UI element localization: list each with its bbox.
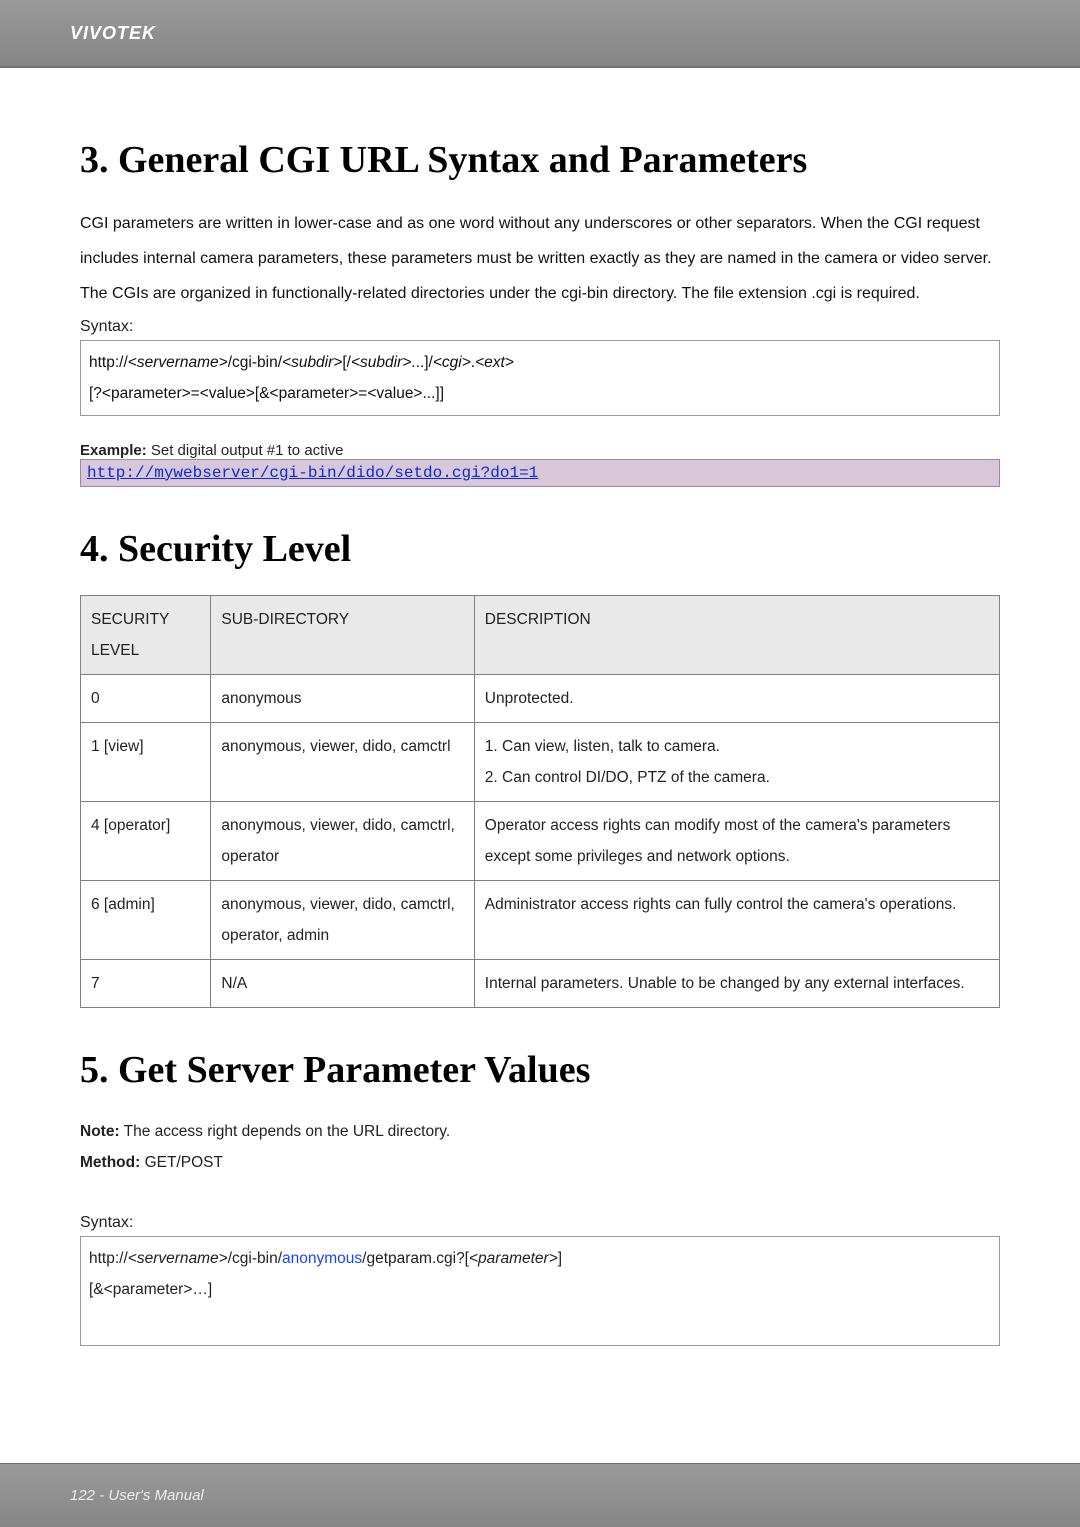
cell-subdir: anonymous, viewer, dido, camctrl — [211, 722, 474, 801]
syntax-box-2: http://<servername>/cgi-bin/anonymous/ge… — [80, 1236, 1000, 1346]
method-line: Method: GET/POST — [80, 1147, 1000, 1178]
syntax-var: <subdir> — [282, 354, 342, 371]
cell-level: 0 — [81, 674, 211, 722]
syntax-var: <subdir> — [351, 354, 411, 371]
table-row: 0 anonymous Unprotected. — [81, 674, 1000, 722]
syntax-text: ] — [558, 1250, 562, 1267]
cell-desc: Operator access rights can modify most o… — [474, 801, 999, 880]
cell-desc: 1. Can view, listen, talk to camera. 2. … — [474, 722, 999, 801]
section-5-notes: Note: The access right depends on the UR… — [80, 1116, 1000, 1178]
syntax-label-2: Syntax: — [80, 1214, 1000, 1232]
example-bold: Example: — [80, 442, 147, 459]
method-rest: GET/POST — [140, 1154, 223, 1171]
table-row: 1 [view] anonymous, viewer, dido, camctr… — [81, 722, 1000, 801]
section-5-title: 5. Get Server Parameter Values — [80, 1048, 1000, 1092]
section-4-title: 4. Security Level — [80, 527, 1000, 571]
syntax-var: <servername> — [128, 354, 228, 371]
th-security-level: SECURITY LEVEL — [81, 595, 211, 674]
section-3-title: 3. General CGI URL Syntax and Parameters — [80, 138, 1000, 182]
th-description: DESCRIPTION — [474, 595, 999, 674]
cell-subdir: anonymous, viewer, dido, camctrl, operat… — [211, 880, 474, 959]
syntax-var: <cgi> — [433, 354, 471, 371]
syntax-text: /cgi-bin/ — [228, 1250, 282, 1267]
method-bold: Method: — [80, 1154, 140, 1171]
note-line: Note: The access right depends on the UR… — [80, 1116, 1000, 1147]
syntax-line-2: [?<parameter>=<value>[&<parameter>=<valu… — [89, 378, 991, 409]
th-sub-directory: SUB-DIRECTORY — [211, 595, 474, 674]
syntax-text: /cgi-bin/ — [228, 354, 282, 371]
syntax-anonymous: anonymous — [282, 1250, 362, 1267]
cell-level: 6 [admin] — [81, 880, 211, 959]
cell-desc: Administrator access rights can fully co… — [474, 880, 999, 959]
cell-level: 4 [operator] — [81, 801, 211, 880]
syntax-text: [/ — [342, 354, 351, 371]
syntax-text: http:// — [89, 1250, 128, 1267]
example-rest: Set digital output #1 to active — [147, 442, 344, 459]
syntax-text: /getparam.cgi?[ — [362, 1250, 469, 1267]
table-row: 4 [operator] anonymous, viewer, dido, ca… — [81, 801, 1000, 880]
note-bold: Note: — [80, 1123, 120, 1140]
syntax-var: <parameter> — [469, 1250, 558, 1267]
cell-subdir: N/A — [211, 959, 474, 1007]
footer-text: 122 - User's Manual — [70, 1487, 204, 1504]
footer-bar: 122 - User's Manual — [0, 1463, 1080, 1527]
security-level-table: SECURITY LEVEL SUB-DIRECTORY DESCRIPTION… — [80, 595, 1000, 1008]
content-area: 3. General CGI URL Syntax and Parameters… — [0, 68, 1080, 1386]
syntax-var: <servername> — [128, 1250, 228, 1267]
cell-desc: Internal parameters. Unable to be change… — [474, 959, 999, 1007]
example-url-link[interactable]: http://mywebserver/cgi-bin/dido/setdo.cg… — [87, 464, 538, 482]
note-rest: The access right depends on the URL dire… — [120, 1123, 451, 1140]
table-row: 7 N/A Internal parameters. Unable to be … — [81, 959, 1000, 1007]
page: VIVOTEK 3. General CGI URL Syntax and Pa… — [0, 0, 1080, 1527]
cell-desc: Unprotected. — [474, 674, 999, 722]
section-3-paragraph: CGI parameters are written in lower-case… — [80, 206, 1000, 312]
syntax-var: <ext> — [475, 354, 514, 371]
cell-subdir: anonymous — [211, 674, 474, 722]
example-url-box: http://mywebserver/cgi-bin/dido/setdo.cg… — [80, 459, 1000, 487]
cell-level: 1 [view] — [81, 722, 211, 801]
syntax2-line-1: http://<servername>/cgi-bin/anonymous/ge… — [89, 1243, 991, 1274]
example-label: Example: Set digital output #1 to active — [80, 442, 1000, 459]
cell-subdir: anonymous, viewer, dido, camctrl, operat… — [211, 801, 474, 880]
syntax-box: http://<servername>/cgi-bin/<subdir>[/<s… — [80, 340, 1000, 416]
syntax-text: http:// — [89, 354, 128, 371]
table-header-row: SECURITY LEVEL SUB-DIRECTORY DESCRIPTION — [81, 595, 1000, 674]
header-bar: VIVOTEK — [0, 0, 1080, 68]
cell-level: 7 — [81, 959, 211, 1007]
syntax2-line-2: [&<parameter>…] — [89, 1274, 991, 1305]
brand-logo: VIVOTEK — [70, 23, 156, 44]
syntax-line-1: http://<servername>/cgi-bin/<subdir>[/<s… — [89, 347, 991, 378]
table-row: 6 [admin] anonymous, viewer, dido, camct… — [81, 880, 1000, 959]
syntax-text: ...]/ — [411, 354, 433, 371]
syntax-label: Syntax: — [80, 318, 1000, 336]
